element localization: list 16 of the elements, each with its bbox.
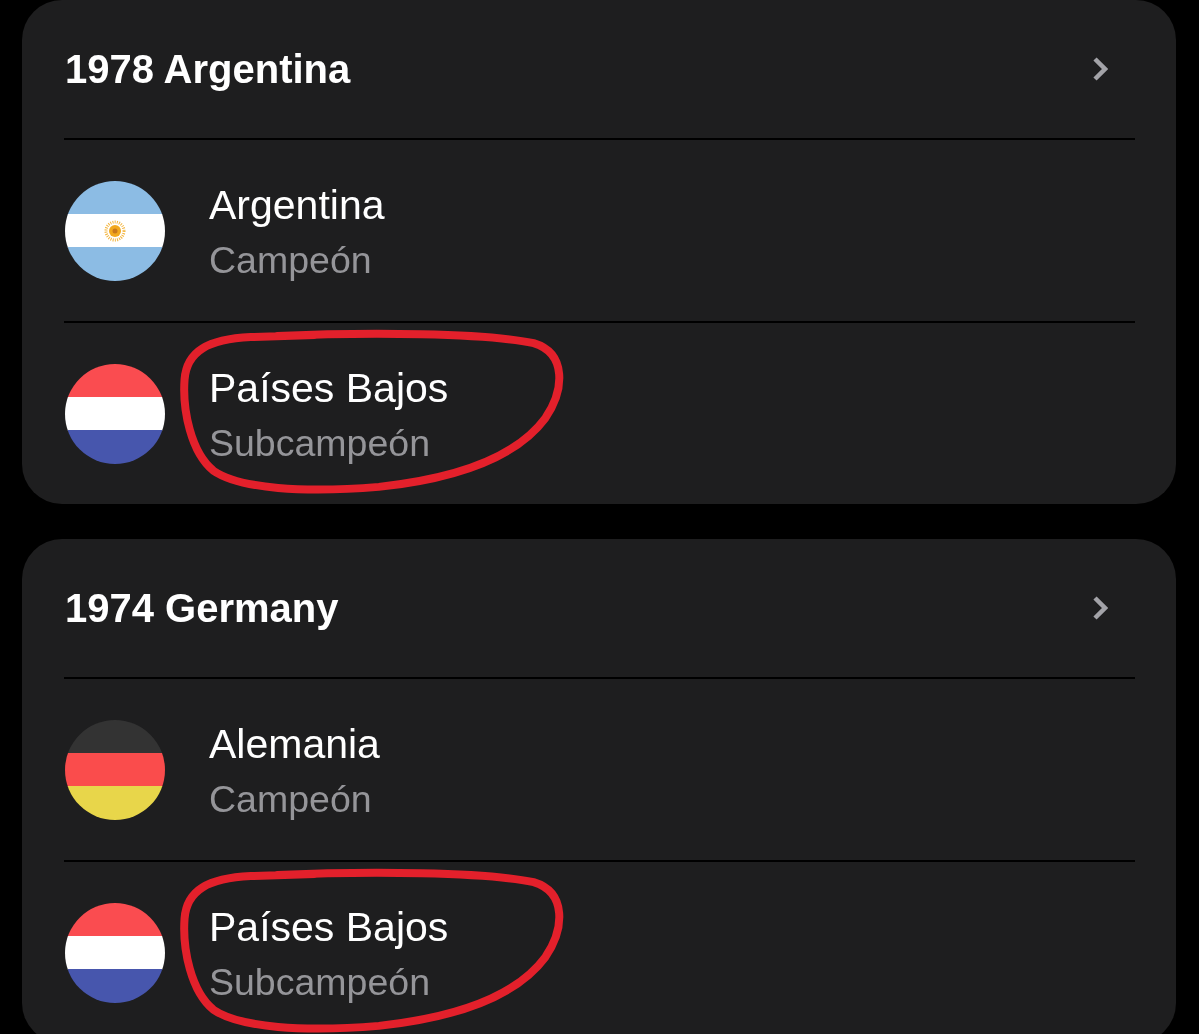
chevron-icon[interactable]: [1092, 56, 1108, 82]
netherlands-flag-icon: [65, 363, 165, 464]
argentina-flag-icon: [65, 180, 165, 281]
chevron-icon[interactable]: [1092, 595, 1108, 621]
germany-flag-icon: [65, 719, 165, 820]
section-title: 1978 Argentina: [65, 46, 351, 93]
result-label: Subcampeón: [209, 421, 431, 466]
result-label: Campeón: [209, 238, 373, 283]
section-title: 1974 Germany: [65, 585, 339, 632]
team-name: Argentina: [209, 181, 385, 230]
team-name: Países Bajos: [209, 364, 449, 413]
netherlands-flag-icon: [65, 902, 165, 1003]
team-name: Alemania: [209, 720, 380, 769]
result-label: Campeón: [209, 777, 373, 822]
team-name: Países Bajos: [209, 903, 449, 952]
result-label: Subcampeón: [209, 960, 431, 1005]
